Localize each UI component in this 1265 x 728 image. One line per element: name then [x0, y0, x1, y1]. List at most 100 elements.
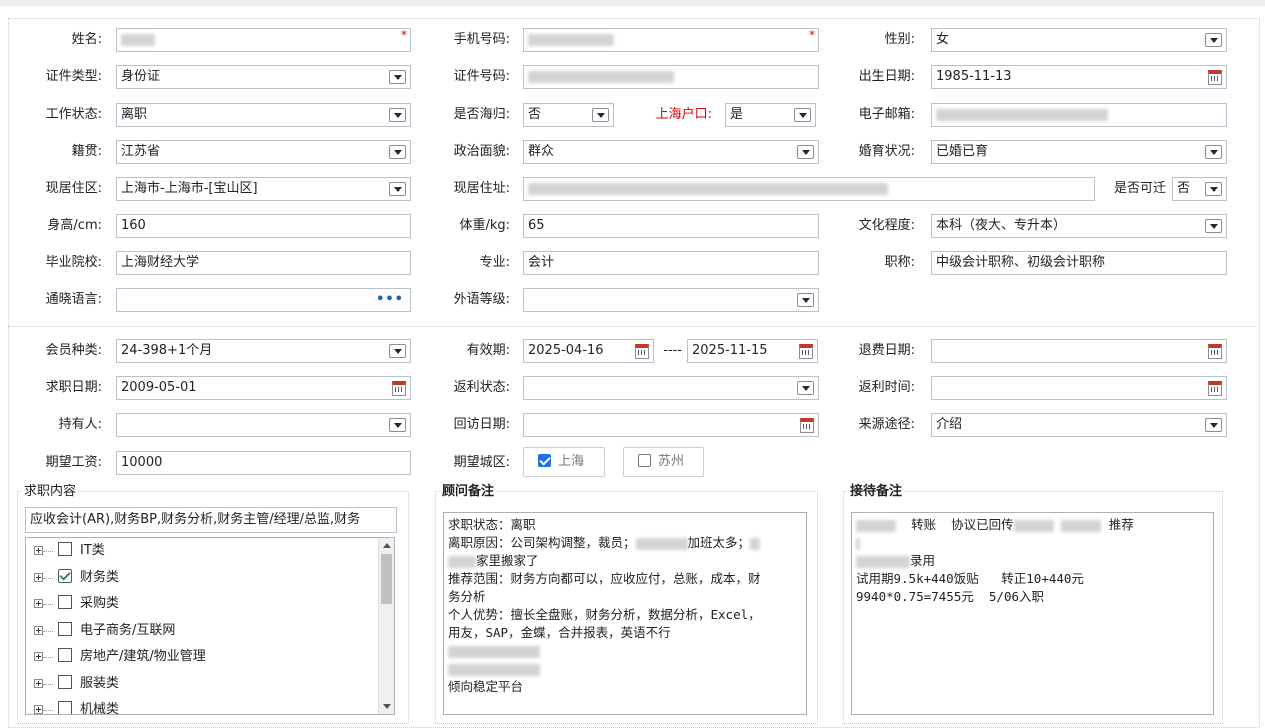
birth-date-input[interactable]: 1985-11-13 — [931, 65, 1227, 89]
work-status-select[interactable]: 离职 — [116, 103, 411, 127]
expand-icon[interactable] — [34, 625, 43, 635]
chevron-down-icon — [1205, 182, 1222, 196]
lang-label: 通晓语言: — [45, 292, 102, 307]
reception-notes-textarea[interactable]: 转账 协议已回传 推荐 录用 试用期9.5k+440饭贴 转正10+440元 9940… — [851, 512, 1214, 715]
job-content-summary[interactable]: 应收会计(AR),财务BP,财务分析,财务主管/经理/总监,财务 — [25, 507, 397, 533]
politics-label: 政治面貌: — [453, 144, 510, 159]
weight-input[interactable]: 65 — [523, 214, 819, 238]
marital-select[interactable]: 已婚已育 — [931, 140, 1227, 164]
title-label: 职称: — [884, 255, 915, 270]
rebate-time-input[interactable] — [931, 376, 1227, 400]
member-type-value: 24-398+1个月 — [121, 343, 213, 358]
note-line: 用友，SAP，金蝶，合并报表，英语不行 — [448, 625, 671, 640]
source-label: 来源途径: — [858, 417, 915, 432]
langlevel-label: 外语等级: — [453, 292, 510, 307]
relocate-select[interactable]: 否 — [1172, 177, 1227, 201]
city-shanghai-checkbox[interactable]: 上海 — [523, 447, 605, 477]
job-content-legend: 求职内容 — [22, 484, 79, 500]
major-input[interactable]: 会计 — [523, 251, 819, 275]
checkbox-icon[interactable] — [58, 542, 72, 556]
expand-icon[interactable] — [34, 705, 43, 714]
expand-icon[interactable] — [34, 678, 43, 688]
jobdate-input[interactable]: 2009-05-01 — [116, 376, 411, 400]
note-line — [856, 534, 1209, 552]
calendar-icon[interactable] — [1208, 70, 1222, 85]
checkbox-icon[interactable] — [58, 674, 72, 689]
expand-icon[interactable] — [34, 572, 43, 582]
idtype-select[interactable]: 身份证 — [116, 65, 411, 89]
section-divider — [8, 326, 1256, 327]
note-line — [448, 660, 802, 678]
scroll-thumb[interactable] — [381, 554, 392, 604]
scroll-down-icon[interactable] — [383, 704, 391, 709]
region-select[interactable]: 上海市-上海市-[宝山区] — [116, 177, 411, 201]
phone-input[interactable]: * — [523, 28, 819, 52]
calendar-icon[interactable] — [1208, 344, 1222, 359]
tree-item[interactable]: 电子商务/互联网 — [26, 618, 394, 645]
tree-item-label: IT类 — [80, 543, 105, 558]
address-input[interactable] — [523, 177, 1095, 201]
note-line: 家里搬家了 — [448, 552, 802, 570]
tree-item-label: 电子商务/互联网 — [80, 622, 176, 638]
edu-label: 文化程度: — [858, 218, 915, 233]
checkbox-icon[interactable] — [58, 648, 72, 662]
height-input[interactable]: 160 — [116, 214, 411, 238]
expand-icon[interactable] — [34, 599, 43, 608]
checkbox-checked-icon[interactable] — [538, 454, 551, 467]
scroll-up-icon[interactable] — [383, 543, 391, 548]
city-suzhou-checkbox[interactable]: 苏州 — [623, 447, 704, 477]
note-line: 试用期9.5k+440饭贴 转正10+440元 — [856, 571, 1084, 586]
expand-icon[interactable] — [34, 546, 43, 555]
address-label: 现居住址: — [453, 181, 510, 196]
salary-label: 期望工资: — [45, 455, 102, 470]
school-input[interactable]: 上海财经大学 — [116, 251, 411, 275]
source-select[interactable]: 介绍 — [931, 413, 1227, 437]
note-line: 推荐范围：财务方向都可以，应收应付，总账，成本，财 — [448, 571, 761, 586]
hukou-value: 是 — [730, 107, 744, 122]
note-line: 倾向稳定平台 — [448, 679, 524, 694]
refund-date-input[interactable] — [931, 339, 1227, 363]
work-value: 离职 — [121, 107, 148, 122]
expand-icon[interactable] — [34, 652, 43, 661]
marital-value: 已婚已育 — [936, 144, 989, 159]
tree-item[interactable]: IT类 — [26, 538, 394, 565]
holder-label: 持有人: — [58, 417, 102, 432]
member-type-select[interactable]: 24-398+1个月 — [116, 339, 411, 363]
rebate-status-select[interactable] — [523, 376, 819, 400]
gender-select[interactable]: 女 — [931, 28, 1227, 52]
advisor-notes-textarea[interactable]: 求职状态：离职 离职原因：公司架构调整，裁员； 加班太多； 家里搬家了 推荐范围：财务方… — [443, 512, 807, 715]
note-line: 个人优势：擅长全盘账，财务分析，数据分析，Excel， — [448, 607, 761, 622]
valid-label: 有效期: — [466, 343, 510, 358]
tree-item[interactable]: 采购类 — [26, 591, 394, 618]
education-select[interactable]: 本科（夜大、专升本） — [931, 214, 1227, 238]
name-input[interactable]: * — [116, 28, 411, 52]
language-input[interactable]: ••• — [116, 288, 411, 312]
note-line: 务分析 — [448, 589, 486, 604]
idno-input[interactable] — [523, 65, 819, 89]
checkbox-icon[interactable] — [58, 621, 72, 636]
chevron-down-icon — [1205, 145, 1222, 159]
tree-item[interactable]: 服装类 — [26, 671, 394, 698]
checkbox-icon[interactable] — [638, 454, 651, 467]
politics-select[interactable]: 群众 — [523, 140, 819, 164]
checkbox-icon[interactable] — [58, 701, 72, 714]
langlevel-select[interactable] — [523, 288, 819, 312]
tree-item[interactable]: 机械类 — [26, 697, 394, 714]
job-category-tree[interactable]: IT类 财务类 采购类 电子商务/互联网 房地产/建筑/物业管理 服装类 机械类 — [25, 537, 395, 715]
native-select[interactable]: 江苏省 — [116, 140, 411, 164]
tree-scrollbar[interactable] — [378, 538, 394, 714]
title-input[interactable]: 中级会计职称、初级会计职称 — [931, 251, 1227, 275]
email-input[interactable] — [931, 103, 1227, 127]
revisit-date-input[interactable] — [523, 413, 819, 437]
gender-value: 女 — [936, 32, 950, 47]
relocate-label: 是否可迁 — [1113, 181, 1166, 196]
salary-input[interactable]: 10000 — [116, 451, 411, 475]
checkbox-icon[interactable] — [58, 595, 72, 609]
refund-label: 退费日期: — [858, 343, 915, 358]
tree-item[interactable]: 财务类 — [26, 565, 394, 592]
holder-select[interactable] — [116, 413, 411, 437]
checkbox-checked-icon[interactable] — [58, 568, 72, 583]
calendar-icon[interactable] — [1208, 381, 1222, 396]
note-line: 求职状态：离职 — [448, 517, 536, 532]
tree-item[interactable]: 房地产/建筑/物业管理 — [26, 644, 394, 671]
